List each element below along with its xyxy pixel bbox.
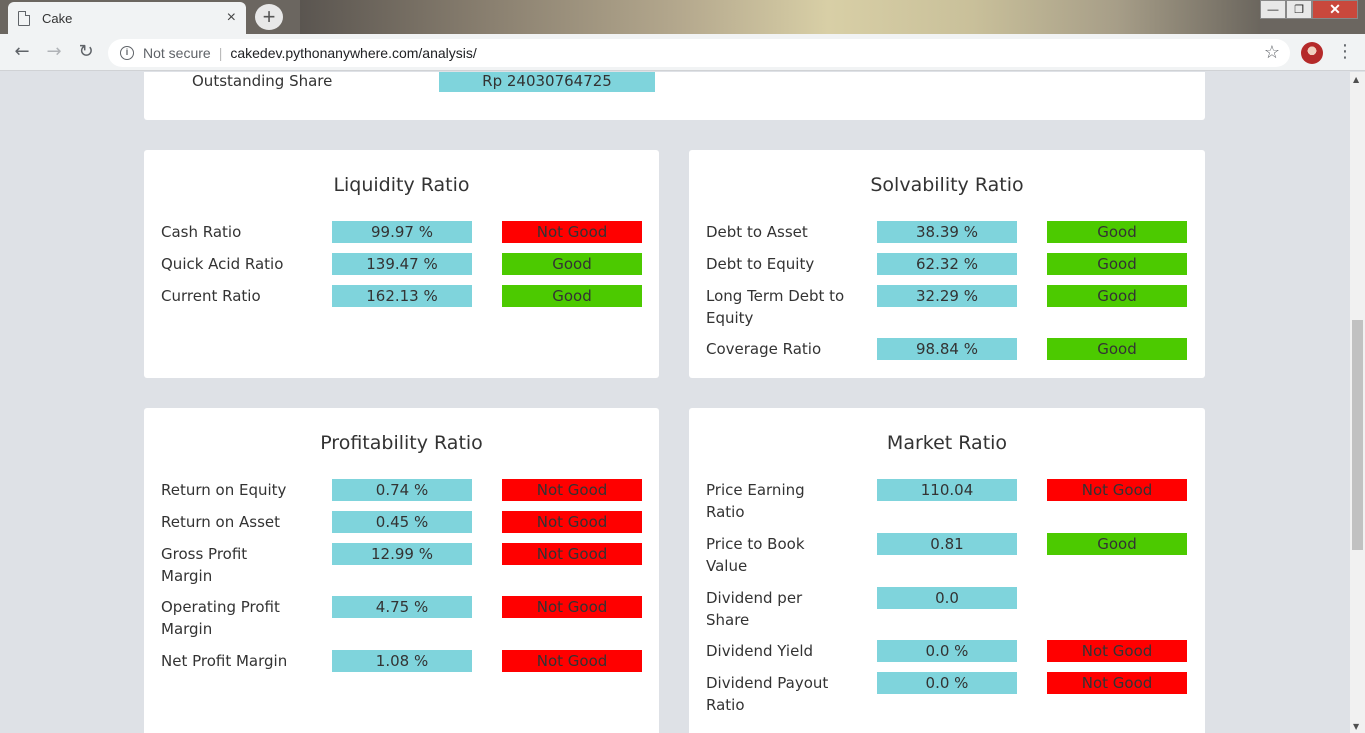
market-card: Market Ratio Price Earning Ratio 110.04 …	[689, 408, 1205, 733]
divider: |	[218, 45, 223, 61]
ratio-value: 0.74 %	[332, 479, 472, 501]
ratio-label: Gross Profit Margin	[161, 545, 248, 585]
ratio-value: 0.0 %	[877, 640, 1017, 662]
security-label: Not secure	[143, 45, 211, 61]
minimize-button[interactable]: —	[1260, 0, 1286, 19]
ratio-value: 0.0 %	[877, 672, 1017, 694]
address-bar[interactable]: i Not secure | cakedev.pythonanywhere.co…	[108, 39, 1290, 67]
ratio-label: Debt to Asset	[706, 223, 808, 241]
bookmark-star-icon[interactable]: ☆	[1264, 42, 1280, 63]
tab-close-icon[interactable]: ×	[227, 9, 236, 27]
market-title: Market Ratio	[886, 432, 1008, 454]
status-badge: Not Good	[1047, 479, 1187, 501]
tab-title: Cake	[42, 10, 73, 26]
ratio-value: 162.13 %	[332, 285, 472, 307]
status-badge: Not Good	[502, 511, 642, 533]
ratio-label: Current Ratio	[161, 287, 261, 305]
ratio-value: 12.99 %	[332, 543, 472, 565]
status-badge: Not Good	[1047, 640, 1187, 662]
profitability-title: Profitability Ratio	[320, 432, 483, 454]
status-badge: Not Good	[502, 479, 642, 501]
profitability-card: Profitability Ratio Return on Equity 0.7…	[144, 408, 659, 733]
share-card: Outstanding Share Rp 24030764725	[144, 72, 1205, 120]
ratio-label: Debt to Equity	[706, 255, 815, 273]
ratio-value: 0.81	[877, 533, 1017, 555]
ratio-label: Return on Asset	[161, 513, 280, 531]
ratio-label: Long Term Debt to Equity	[706, 287, 845, 327]
ratio-value: 62.32 %	[877, 253, 1017, 275]
ratio-value: 110.04	[877, 479, 1017, 501]
ratio-value: 139.47 %	[332, 253, 472, 275]
ratio-label: Price Earning Ratio	[706, 481, 805, 521]
outstanding-share-label: Outstanding Share	[192, 72, 333, 90]
title-bar: Cake × + — ❐ ✕	[0, 0, 1365, 34]
ratio-label: Cash Ratio	[161, 223, 242, 241]
ratio-label: Price to Book Value	[706, 535, 805, 575]
ratio-label: Operating Profit Margin	[161, 598, 280, 638]
back-button[interactable]: ←	[10, 41, 34, 65]
outstanding-share-value: Rp 24030764725	[439, 72, 655, 92]
scrollbar-thumb[interactable]	[1352, 320, 1363, 550]
status-badge: Good	[1047, 221, 1187, 243]
page-icon	[18, 10, 30, 26]
reload-button[interactable]: ↻	[74, 41, 98, 65]
status-badge: Not Good	[502, 650, 642, 672]
ratio-label: Net Profit Margin	[161, 652, 288, 670]
ratio-value: 4.75 %	[332, 596, 472, 618]
ratio-label: Dividend Payout Ratio	[706, 674, 829, 714]
vertical-scrollbar[interactable]: ▲ ▼	[1350, 72, 1365, 733]
window-background	[300, 0, 1260, 34]
maximize-button[interactable]: ❐	[1286, 0, 1312, 19]
liquidity-card: Liquidity Ratio Cash Ratio 99.97 % Not G…	[144, 150, 659, 378]
solvability-title: Solvability Ratio	[870, 174, 1024, 196]
ratio-value: 38.39 %	[877, 221, 1017, 243]
browser-tab[interactable]: Cake ×	[8, 2, 246, 34]
status-badge: Good	[1047, 533, 1187, 555]
status-badge: Not Good	[502, 543, 642, 565]
status-badge: Good	[502, 253, 642, 275]
info-icon[interactable]: i	[120, 46, 134, 60]
profile-avatar[interactable]	[1301, 42, 1323, 64]
scroll-down-icon[interactable]: ▼	[1353, 722, 1359, 731]
ratio-label: Dividend Yield	[706, 642, 814, 660]
status-badge: Good	[1047, 285, 1187, 307]
scroll-up-icon[interactable]: ▲	[1353, 75, 1359, 84]
browser-menu-icon[interactable]: ⋮	[1336, 42, 1354, 62]
ratio-label: Return on Equity	[161, 481, 287, 499]
ratio-value: 0.0	[877, 587, 1017, 609]
ratio-value: 1.08 %	[332, 650, 472, 672]
ratio-label: Dividend per Share	[706, 589, 803, 629]
forward-button[interactable]: →	[42, 41, 66, 65]
status-badge: Not Good	[502, 596, 642, 618]
new-tab-button[interactable]: +	[255, 4, 283, 30]
browser-toolbar: ← → ↻ i Not secure | cakedev.pythonanywh…	[0, 34, 1365, 71]
status-badge: Not Good	[1047, 672, 1187, 694]
ratio-value: 0.45 %	[332, 511, 472, 533]
status-badge: Good	[1047, 253, 1187, 275]
status-badge: Good	[1047, 338, 1187, 360]
page-content: Outstanding Share Rp 24030764725 Liquidi…	[0, 72, 1350, 733]
status-badge: Not Good	[502, 221, 642, 243]
status-badge: Good	[502, 285, 642, 307]
ratio-value: 99.97 %	[332, 221, 472, 243]
ratio-value: 32.29 %	[877, 285, 1017, 307]
url-text[interactable]: cakedev.pythonanywhere.com/analysis/	[230, 45, 476, 61]
window-controls: — ❐ ✕	[1260, 0, 1358, 20]
solvability-card: Solvability Ratio Debt to Asset 38.39 % …	[689, 150, 1205, 378]
close-window-button[interactable]: ✕	[1312, 0, 1358, 19]
ratio-label: Quick Acid Ratio	[161, 255, 284, 273]
ratio-label: Coverage Ratio	[706, 340, 822, 358]
liquidity-title: Liquidity Ratio	[333, 174, 470, 196]
ratio-value: 98.84 %	[877, 338, 1017, 360]
